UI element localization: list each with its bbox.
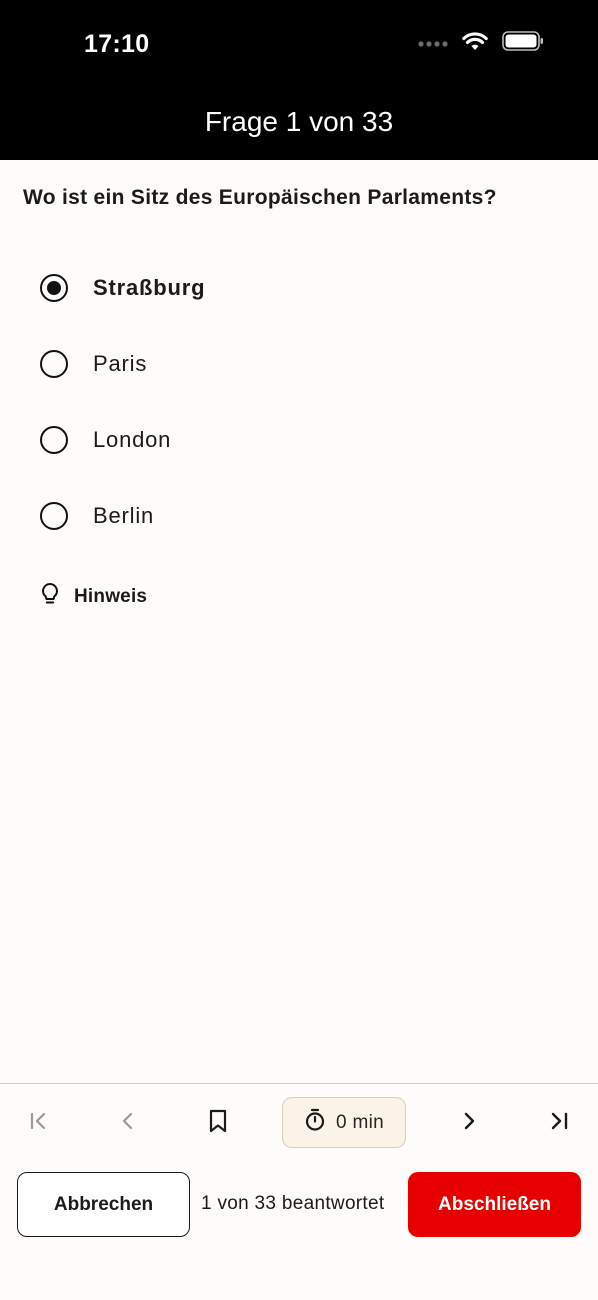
app-header: 17:10 Frage 1 von 33 bbox=[0, 0, 598, 160]
hint-button[interactable]: Hinweis bbox=[40, 582, 147, 611]
answer-option-label: Berlin bbox=[93, 503, 155, 528]
answer-option-paris[interactable]: Paris bbox=[40, 326, 560, 402]
timer-label: 0 min bbox=[336, 1111, 384, 1133]
question-text: Wo ist ein Sitz des Europäischen Parlame… bbox=[23, 186, 497, 209]
cancel-button[interactable]: Abbrechen bbox=[17, 1172, 190, 1237]
wifi-icon bbox=[462, 31, 488, 56]
finish-button[interactable]: Abschließen bbox=[408, 1172, 581, 1237]
battery-icon bbox=[502, 31, 544, 56]
first-question-button[interactable] bbox=[17, 1100, 61, 1146]
last-question-button[interactable] bbox=[537, 1100, 581, 1146]
next-question-button[interactable] bbox=[447, 1100, 491, 1146]
answer-option-label: Paris bbox=[93, 351, 148, 376]
bookmark-icon bbox=[206, 1108, 230, 1139]
radio-unselected-icon[interactable] bbox=[40, 350, 68, 378]
previous-question-button[interactable] bbox=[106, 1100, 150, 1146]
answer-option-label: London bbox=[93, 427, 172, 452]
status-time: 17:10 bbox=[84, 30, 150, 58]
signal-dots-icon bbox=[418, 35, 448, 53]
timer-icon bbox=[304, 1108, 326, 1137]
radio-unselected-icon[interactable] bbox=[40, 502, 68, 530]
answer-options: Straßburg Paris London Berlin bbox=[40, 250, 560, 554]
radio-selected-icon[interactable] bbox=[40, 274, 68, 302]
answer-option-berlin[interactable]: Berlin bbox=[40, 478, 560, 554]
bookmark-button[interactable] bbox=[196, 1100, 240, 1146]
next-icon bbox=[458, 1110, 480, 1137]
previous-icon bbox=[117, 1110, 139, 1137]
first-page-icon bbox=[28, 1110, 50, 1137]
timer-display: 0 min bbox=[282, 1097, 406, 1148]
answer-option-label: Straßburg bbox=[93, 275, 206, 300]
answer-option-strassburg[interactable]: Straßburg bbox=[40, 250, 560, 326]
hint-label: Hinweis bbox=[74, 585, 148, 607]
answer-option-london[interactable]: London bbox=[40, 402, 560, 478]
lightbulb-icon bbox=[40, 582, 60, 611]
answered-progress-text: 1 von 33 beantwortet bbox=[201, 1193, 385, 1214]
page-title: Frage 1 von 33 bbox=[204, 106, 394, 137]
radio-unselected-icon[interactable] bbox=[40, 426, 68, 454]
status-icons bbox=[418, 31, 544, 56]
question-navigation: 0 min bbox=[0, 1096, 598, 1150]
last-page-icon bbox=[548, 1110, 570, 1137]
divider bbox=[0, 1083, 598, 1084]
